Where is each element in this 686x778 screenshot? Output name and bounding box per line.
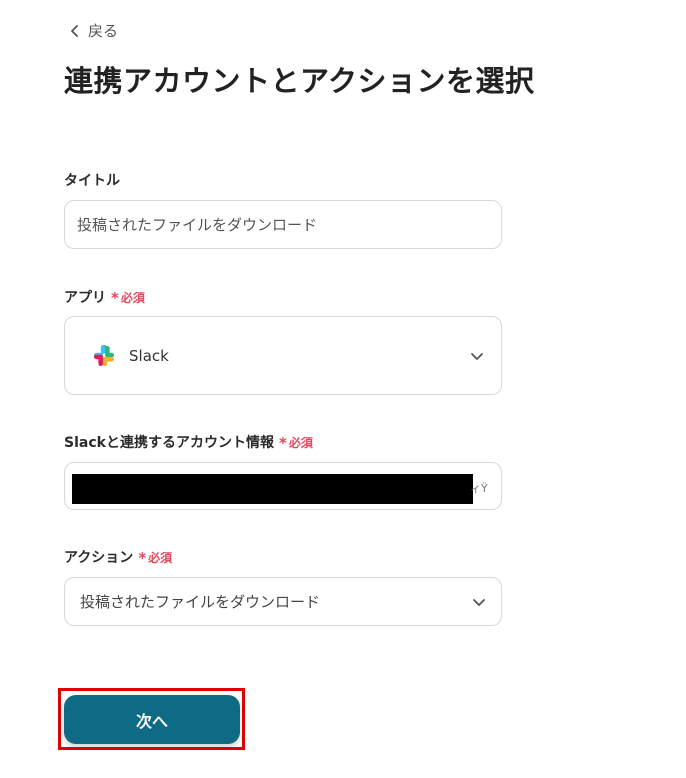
action-select-value: 投稿されたファイルをダウンロード (80, 593, 321, 611)
action-field-label: アクション * 必須 (64, 547, 172, 567)
chevron-down-icon (471, 352, 483, 360)
title-field-label: タイトル (64, 170, 120, 190)
required-badge: * 必須 (278, 433, 313, 452)
redacted-account-value (72, 474, 473, 504)
back-label: 戻る (88, 22, 119, 40)
slack-logo-icon (94, 344, 114, 366)
next-button[interactable]: 次へ (64, 695, 240, 744)
chevron-down-icon (473, 598, 485, 606)
page-title: 連携アカウントとアクションを選択 (64, 64, 535, 98)
back-link[interactable]: 戻る (70, 20, 118, 41)
app-select-value: Slack (129, 346, 169, 365)
account-select[interactable]: ィŸ (64, 462, 502, 510)
title-field-label-text: タイトル (64, 173, 120, 189)
title-input[interactable]: 投稿されたファイルをダウンロード (64, 200, 502, 249)
required-text: 必須 (120, 290, 145, 305)
account-value-tail: ィŸ (470, 482, 488, 495)
required-badge: * 必須 (138, 548, 173, 567)
title-input-value: 投稿されたファイルをダウンロード (77, 216, 318, 234)
action-select[interactable]: 投稿されたファイルをダウンロード (64, 577, 502, 626)
required-star: * (111, 289, 119, 307)
app-field-label-text: アプリ (64, 290, 106, 306)
chevron-left-icon (71, 24, 78, 37)
required-star: * (138, 549, 147, 567)
account-field-label: Slackと連携するアカウント情報 * 必須 (64, 432, 313, 452)
required-star: * (278, 434, 287, 452)
required-text: 必須 (148, 550, 173, 565)
account-field-label-text: Slackと連携するアカウント情報 (64, 435, 274, 451)
required-badge: * 必須 (111, 288, 145, 307)
required-text: 必須 (288, 435, 313, 450)
app-field-label: アプリ * 必須 (64, 287, 145, 307)
action-field-label-text: アクション (64, 550, 134, 566)
app-select[interactable]: Slack (64, 316, 502, 395)
